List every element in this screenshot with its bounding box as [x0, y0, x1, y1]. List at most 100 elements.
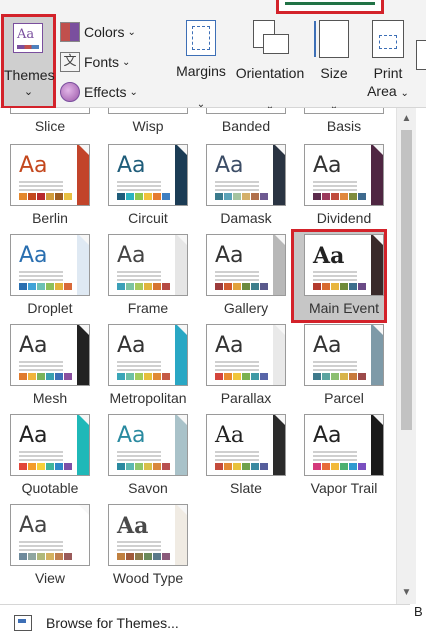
themes-label: Themes	[4, 67, 55, 83]
size-label: Size	[320, 65, 348, 81]
chevron-down-icon: ⌄	[23, 86, 34, 98]
margins-label: Margins	[176, 63, 226, 79]
theme-name: Parallax	[220, 390, 272, 406]
theme-tile-view[interactable]: Aa View	[0, 502, 90, 590]
theme-name: Parcel	[324, 390, 364, 406]
chevron-down-icon: ⌄	[129, 86, 138, 98]
effects-label: Effects	[84, 84, 127, 100]
theme-tile-droplet[interactable]: Aa Droplet	[0, 232, 90, 320]
theme-thumbnail: Aa	[10, 144, 90, 206]
page-layout-ribbon: Aa Themes ⌄ Colors ⌄ 文 Fonts ⌄ Effects ⌄…	[0, 0, 426, 112]
theme-name: Droplet	[27, 300, 73, 316]
scroll-thumb[interactable]	[401, 130, 412, 430]
chevron-down-icon: ⌄	[122, 56, 131, 68]
browse-for-themes-button[interactable]: Browse for Themes...	[14, 615, 179, 631]
browse-label: Browse for Themes...	[46, 615, 179, 631]
area-label: Area ⌄	[367, 83, 409, 99]
theme-name: Slice	[34, 118, 66, 134]
browse-folder-icon	[14, 615, 32, 631]
fonts-label: Fonts	[84, 54, 120, 70]
print-area-button[interactable]: Print Area ⌄	[362, 20, 414, 103]
scroll-down-icon[interactable]: ▼	[397, 584, 416, 602]
effects-button[interactable]: Effects ⌄	[60, 80, 138, 104]
theme-thumbnail: Aa	[108, 234, 188, 296]
theme-thumbnail: Aa	[10, 234, 90, 296]
orientation-icon	[251, 20, 289, 58]
theme-tile-main-event[interactable]: Aa Main Event	[291, 229, 387, 323]
theme-name: Berlin	[32, 210, 68, 226]
theme-name: Quotable	[21, 480, 79, 496]
theme-name: Gallery	[223, 300, 269, 316]
theme-name: Mesh	[32, 390, 68, 406]
theme-thumbnail: Aa	[206, 234, 286, 296]
theme-tile-vapor-trail[interactable]: Aa Vapor Trail	[294, 412, 384, 500]
ribbon-edge-letter: B	[414, 604, 423, 619]
size-button[interactable]: Size . ⌄	[314, 20, 354, 114]
orientation-label: Orientation	[235, 65, 305, 81]
theme-thumbnail: Aa	[304, 144, 384, 206]
theme-thumbnail: Aa	[10, 324, 90, 386]
theme-thumbnail: Aa	[304, 234, 384, 296]
theme-tile-gallery[interactable]: Aa Gallery	[196, 232, 286, 320]
theme-name: Metropolitan	[109, 390, 187, 406]
size-icon	[314, 20, 349, 58]
theme-tile-damask[interactable]: Aa Damask	[196, 142, 286, 230]
fonts-button[interactable]: 文 Fonts ⌄	[60, 50, 130, 74]
theme-tile-quotable[interactable]: Aa Quotable	[0, 412, 90, 500]
colors-button[interactable]: Colors ⌄	[60, 20, 136, 44]
chevron-down-icon: ⌄	[127, 26, 136, 38]
highlighted-ribbon-element[interactable]	[276, 0, 384, 14]
print-area-icon	[372, 20, 404, 58]
print-label: Print	[373, 65, 403, 81]
themes-gallery: Slice Wisp Banded Basis Aa Berlin Aa Circuit Aa D…	[0, 108, 396, 604]
themes-button[interactable]: Aa Themes ⌄	[1, 14, 56, 109]
theme-tile-metropolitan[interactable]: Aa Metropolitan	[98, 322, 188, 410]
theme-tile-dividend[interactable]: Aa Dividend	[294, 142, 384, 230]
theme-tile-berlin[interactable]: Aa Berlin	[0, 142, 90, 230]
gallery-footer: Browse for Themes...	[0, 604, 410, 638]
theme-thumbnail: Aa	[206, 324, 286, 386]
theme-thumbnail: Aa	[304, 324, 384, 386]
theme-tile-banded[interactable]: Banded	[196, 108, 286, 138]
theme-tile-circuit[interactable]: Aa Circuit	[98, 142, 188, 230]
theme-name: Main Event	[308, 300, 380, 316]
orientation-button[interactable]: Orientation . ⌄	[232, 20, 308, 114]
theme-tile-parallax[interactable]: Aa Parallax	[196, 322, 286, 410]
scroll-up-icon[interactable]: ▲	[397, 110, 416, 128]
theme-tile-basis[interactable]: Basis	[294, 108, 384, 138]
theme-name: Wisp	[132, 118, 164, 134]
theme-tile-slice[interactable]: Slice	[0, 108, 90, 138]
fonts-icon: 文	[60, 52, 80, 72]
theme-thumbnail: Aa	[206, 144, 286, 206]
theme-name: View	[34, 570, 66, 586]
colors-label: Colors	[84, 24, 125, 40]
theme-tile-mesh[interactable]: Aa Mesh	[0, 322, 90, 410]
theme-tile-savon[interactable]: Aa Savon	[98, 412, 188, 500]
theme-name: Slate	[230, 480, 262, 496]
margins-button[interactable]: Margins . ⌄	[172, 20, 230, 112]
theme-thumbnail: Aa	[10, 414, 90, 476]
effects-icon	[60, 82, 80, 102]
theme-tile-slate[interactable]: Aa Slate	[196, 412, 286, 500]
theme-thumbnail: Aa	[10, 504, 90, 566]
margins-icon	[186, 20, 216, 56]
theme-tile-wood-type[interactable]: Aa Wood Type	[98, 502, 188, 590]
theme-thumbnail	[10, 108, 90, 114]
theme-name: Savon	[128, 480, 168, 496]
colors-icon	[60, 22, 80, 42]
theme-name: Dividend	[316, 210, 372, 226]
theme-name: Circuit	[128, 210, 168, 226]
theme-tile-wisp[interactable]: Wisp	[98, 108, 188, 138]
theme-thumbnail: Aa	[108, 504, 188, 566]
theme-name: Wood Type	[112, 570, 184, 586]
theme-tile-frame[interactable]: Aa Frame	[98, 232, 188, 320]
gallery-scrollbar[interactable]: ▲ ▼	[396, 108, 416, 604]
theme-name: Basis	[326, 118, 362, 134]
breaks-icon[interactable]	[416, 40, 426, 70]
theme-tile-parcel[interactable]: Aa Parcel	[294, 322, 384, 410]
theme-thumbnail: Aa	[108, 414, 188, 476]
theme-thumbnail: Aa	[108, 324, 188, 386]
theme-thumbnail	[206, 108, 286, 114]
theme-thumbnail: Aa	[304, 414, 384, 476]
theme-name: Frame	[127, 300, 169, 316]
